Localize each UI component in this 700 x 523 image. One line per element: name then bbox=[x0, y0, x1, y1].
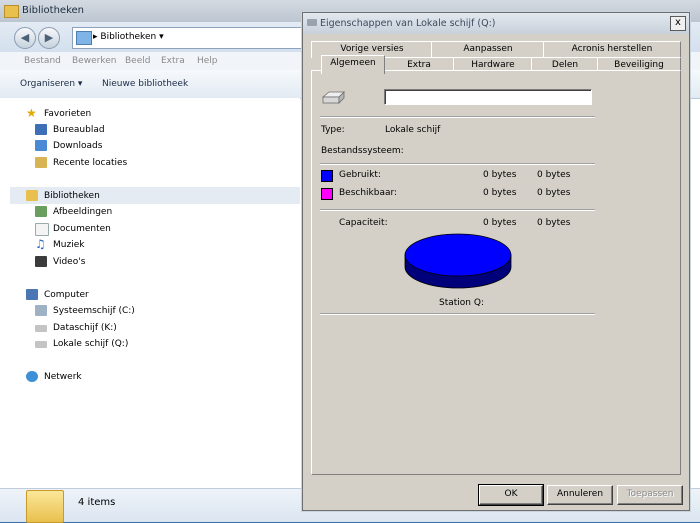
tab-aanpassen[interactable]: Aanpassen bbox=[431, 41, 545, 58]
documents-icon bbox=[35, 223, 49, 236]
drive-icon bbox=[307, 19, 317, 26]
organize-button[interactable]: Organiseren ▾ bbox=[20, 79, 82, 89]
back-button[interactable]: ◀ bbox=[14, 27, 36, 49]
separator bbox=[320, 209, 595, 211]
item-count: 4 items bbox=[78, 497, 116, 508]
address-box[interactable]: ▸ Bibliotheken ▾ bbox=[72, 27, 304, 49]
system-drive-icon bbox=[35, 305, 47, 316]
video-icon bbox=[35, 256, 47, 267]
used-size: 0 bytes bbox=[537, 170, 571, 180]
separator bbox=[320, 163, 595, 165]
menu-beeld[interactable]: Beeld bbox=[125, 56, 150, 66]
disk-usage-pie bbox=[404, 233, 512, 289]
recent-locations-icon bbox=[35, 157, 47, 168]
separator bbox=[320, 116, 595, 118]
menu-bewerken[interactable]: Bewerken bbox=[72, 56, 116, 66]
type-value: Lokale schijf bbox=[385, 125, 441, 135]
used-bytes: 0 bytes bbox=[483, 170, 517, 180]
filesystem-label: Bestandssysteem: bbox=[321, 146, 404, 156]
capacity-bytes: 0 bytes bbox=[483, 218, 517, 228]
forward-button[interactable]: ▶ bbox=[38, 27, 60, 49]
used-color-swatch bbox=[321, 170, 333, 182]
library-icon bbox=[76, 31, 92, 45]
library-icon bbox=[26, 190, 38, 201]
close-button[interactable]: x bbox=[670, 16, 686, 31]
tab-algemeen[interactable]: Algemeen bbox=[321, 55, 385, 74]
menu-extra[interactable]: Extra bbox=[161, 56, 185, 66]
cancel-button[interactable]: Annuleren bbox=[547, 485, 613, 505]
folder-icon bbox=[4, 5, 19, 18]
drive-icon bbox=[321, 91, 345, 104]
type-label: Type: bbox=[321, 125, 345, 135]
apply-button[interactable]: Toepassen bbox=[617, 485, 683, 505]
capacity-size: 0 bytes bbox=[537, 218, 571, 228]
drive-icon bbox=[35, 341, 47, 348]
properties-dialog: Eigenschappen van Lokale schijf (Q:) x V… bbox=[302, 12, 690, 511]
star-icon: ★ bbox=[26, 106, 37, 120]
menu-help[interactable]: Help bbox=[197, 56, 218, 66]
explorer-title: Bibliotheken bbox=[22, 5, 84, 16]
dialog-title-bar[interactable]: Eigenschappen van Lokale schijf (Q:) x bbox=[303, 13, 689, 34]
free-label: Beschikbaar: bbox=[339, 188, 398, 198]
desktop-icon bbox=[35, 124, 47, 135]
new-library-button[interactable]: Nieuwe bibliotheek bbox=[102, 79, 188, 89]
drive-icon bbox=[35, 325, 47, 332]
menu-bestand[interactable]: Bestand bbox=[24, 56, 61, 66]
drive-name-input[interactable] bbox=[384, 89, 592, 105]
music-icon: ♫ bbox=[35, 237, 46, 251]
free-color-swatch bbox=[321, 188, 333, 200]
address-text: ▸ Bibliotheken ▾ bbox=[93, 32, 164, 42]
free-size: 0 bytes bbox=[537, 188, 571, 198]
separator bbox=[320, 313, 595, 315]
downloads-icon bbox=[35, 140, 47, 151]
computer-icon bbox=[26, 289, 38, 300]
dialog-title: Eigenschappen van Lokale schijf (Q:) bbox=[320, 18, 496, 29]
capacity-label: Capaciteit: bbox=[339, 218, 388, 228]
used-label: Gebruikt: bbox=[339, 170, 381, 180]
pictures-icon bbox=[35, 206, 47, 217]
library-folder-icon bbox=[26, 490, 64, 523]
ok-button[interactable]: OK bbox=[478, 484, 544, 506]
free-bytes: 0 bytes bbox=[483, 188, 517, 198]
drive-station-label: Station Q: bbox=[439, 298, 484, 308]
network-icon bbox=[26, 371, 38, 382]
tab-acronis-herstellen[interactable]: Acronis herstellen bbox=[543, 41, 681, 58]
